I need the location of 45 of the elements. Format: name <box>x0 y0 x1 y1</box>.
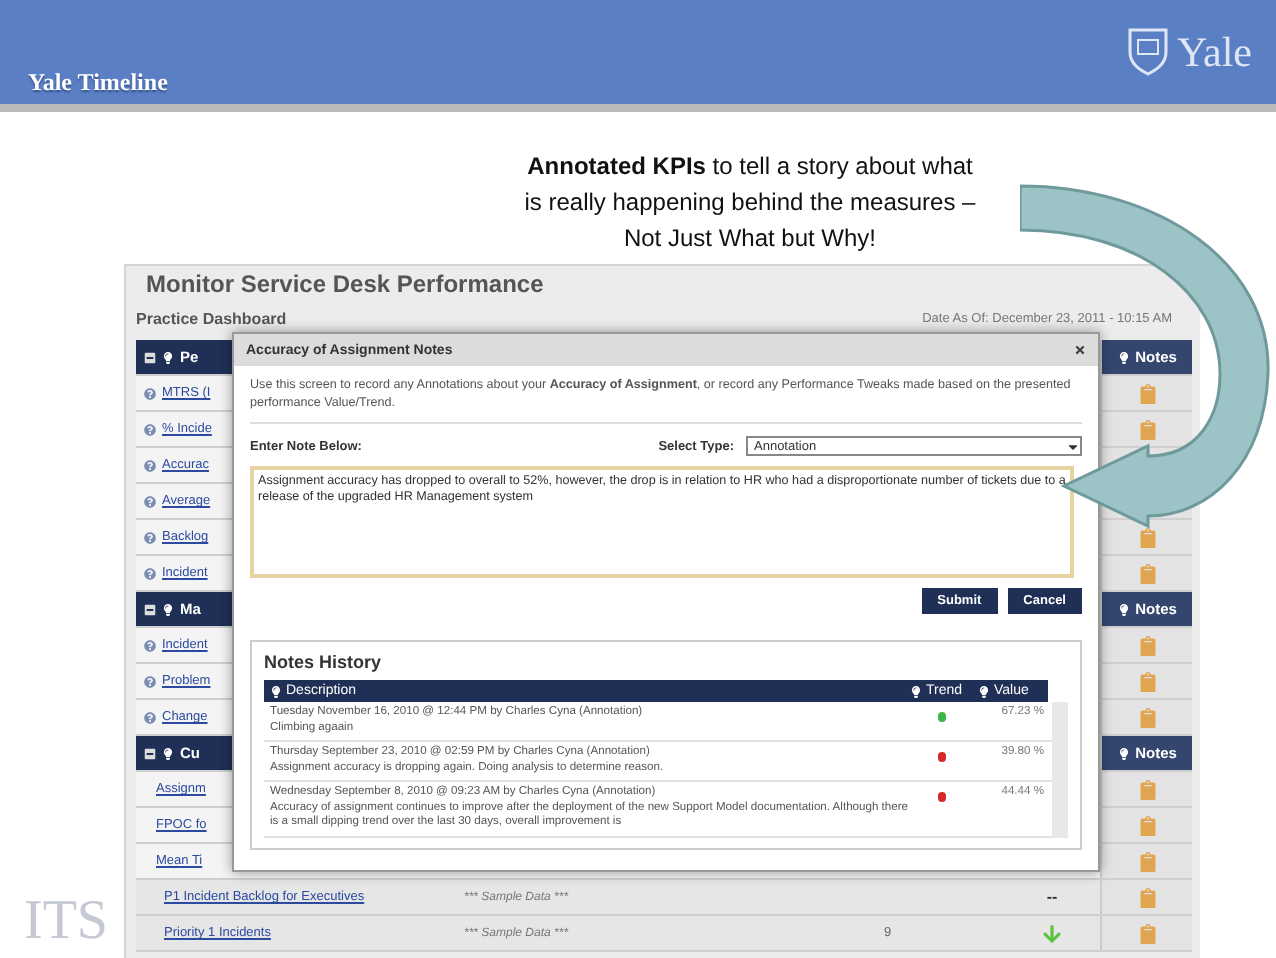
clipboard-icon[interactable] <box>1137 527 1157 547</box>
lightbulb-icon <box>162 603 174 615</box>
lightbulb-icon <box>1117 351 1130 363</box>
clipboard-icon[interactable] <box>1137 563 1157 583</box>
trend-text: -- <box>1046 888 1058 906</box>
lightbulb-icon <box>270 685 282 697</box>
clipboard-icon[interactable] <box>1137 887 1157 907</box>
down-arrow-icon <box>1042 923 1062 943</box>
clipboard-icon[interactable] <box>1137 635 1157 655</box>
lightbulb-icon <box>1117 603 1130 615</box>
clipboard-icon[interactable] <box>1137 779 1157 799</box>
clipboard-icon[interactable] <box>1137 815 1157 835</box>
lightbulb-icon <box>162 747 174 759</box>
help-icon[interactable] <box>144 711 156 723</box>
footer-mark: ITS <box>22 894 108 956</box>
clipboard-icon[interactable] <box>1137 707 1157 727</box>
collapse-icon[interactable] <box>144 351 156 363</box>
help-icon[interactable] <box>144 531 156 543</box>
clipboard-icon[interactable] <box>1137 923 1157 943</box>
help-icon[interactable] <box>144 495 156 507</box>
help-icon[interactable] <box>144 387 156 399</box>
history-title: Notes History <box>264 652 384 672</box>
collapse-icon[interactable] <box>144 603 156 615</box>
clipboard-icon[interactable] <box>1137 671 1157 691</box>
logo-text: Yale <box>1176 27 1252 77</box>
lightbulb-icon <box>1117 747 1130 759</box>
clipboard-icon[interactable] <box>1137 851 1157 871</box>
caption-text: Annotated KPIs to tell a story about what is really happening behind the measures – Not Just What but Why! <box>522 150 978 256</box>
help-icon[interactable] <box>144 423 156 435</box>
help-icon[interactable] <box>144 567 156 579</box>
help-icon[interactable] <box>144 675 156 687</box>
lightbulb-icon <box>978 685 990 697</box>
lightbulb-icon <box>910 685 922 697</box>
clipboard-icon[interactable] <box>1137 419 1157 439</box>
dashboard-subtitle: Practice Dashboard <box>136 309 287 327</box>
collapse-icon[interactable] <box>144 747 156 759</box>
dashboard-title: Monitor Service Desk Performance <box>144 270 546 302</box>
lightbulb-icon <box>162 351 174 363</box>
caret-icon <box>1066 439 1080 453</box>
shield-icon <box>1128 28 1169 76</box>
help-icon[interactable] <box>144 639 156 651</box>
help-icon[interactable] <box>144 459 156 471</box>
clipboard-icon[interactable] <box>1137 383 1157 403</box>
slide-title: Yale Timeline <box>26 68 168 100</box>
close-icon[interactable] <box>1074 344 1086 356</box>
